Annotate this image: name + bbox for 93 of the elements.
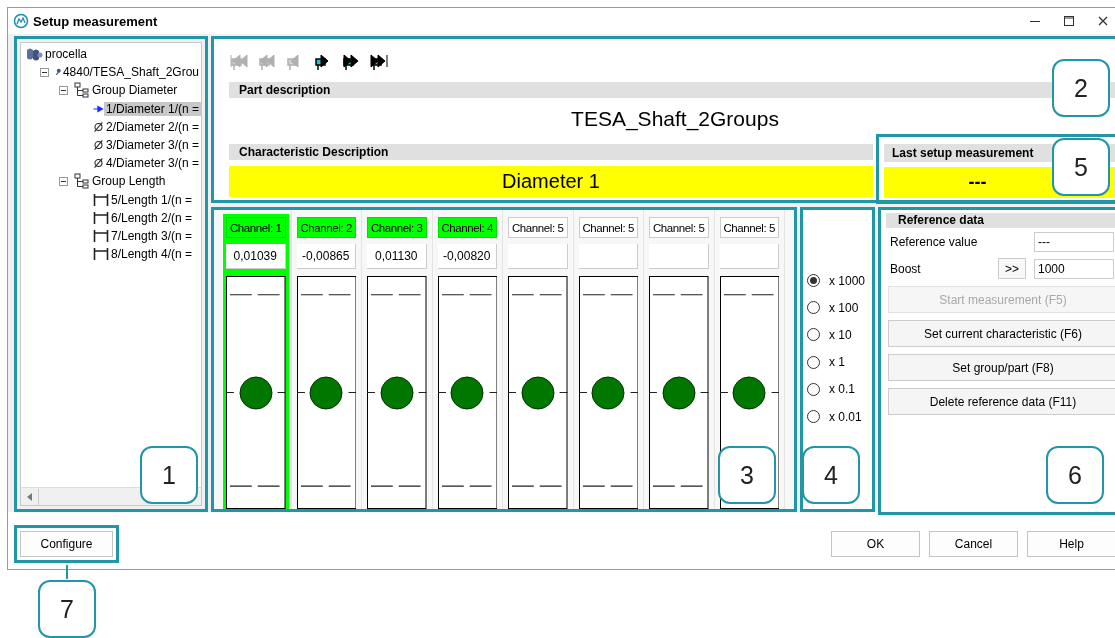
- dialog-button[interactable]: Cancel: [929, 531, 1018, 557]
- channel-button[interactable]: Channel: 5: [578, 217, 638, 238]
- indicator-dot: [379, 375, 414, 410]
- tree-item[interactable]: 7/Length 3/(n =: [109, 228, 195, 243]
- indicator-dot: [450, 375, 485, 410]
- callout-number: 7: [38, 580, 96, 638]
- diameter-icon: [93, 156, 104, 171]
- section-heading: Reference data: [886, 213, 1115, 228]
- radio-button[interactable]: [807, 301, 820, 315]
- boost-field[interactable]: 1000: [1034, 258, 1114, 279]
- action-button[interactable]: Set current characteristic (F6): [888, 320, 1115, 347]
- caliper-arrow-icon[interactable]: [369, 51, 389, 71]
- caliper-arrow-icon[interactable]: [341, 51, 361, 71]
- field-label: Reference value: [890, 234, 979, 249]
- radio-label[interactable]: x 10: [829, 327, 852, 342]
- channel-value: -0,00865: [296, 244, 356, 269]
- callout-number: 2: [1052, 59, 1110, 117]
- channel-value: [649, 244, 709, 269]
- part-name: TESA_Shaft_2Groups: [570, 106, 780, 132]
- diameter-icon: [93, 119, 104, 134]
- channel-button[interactable]: Channel: 1: [226, 217, 286, 238]
- dimension-icon: [93, 210, 109, 225]
- dimension-icon: [93, 247, 109, 262]
- channel-button[interactable]: Channel: 4: [437, 217, 497, 238]
- tree-item[interactable]: Group Diameter: [90, 83, 180, 98]
- channel-value: -0,00820: [437, 244, 497, 269]
- callout-number: 5: [1052, 138, 1110, 196]
- channel-value: [578, 244, 638, 269]
- dialog-button[interactable]: Help: [1027, 531, 1115, 557]
- channel-button[interactable]: Channel: 5: [649, 217, 709, 238]
- dimension-icon: [93, 228, 109, 243]
- channel-button[interactable]: Channel: 3: [367, 217, 427, 238]
- radio-button[interactable]: [807, 410, 820, 424]
- tree-item[interactable]: 4/Diameter 3/(n =: [103, 156, 201, 171]
- channel-value: 0,01039: [226, 244, 286, 269]
- indicator-dot: [520, 375, 555, 410]
- channel-button[interactable]: Channel: 5: [508, 217, 568, 238]
- tree-item[interactable]: 1/Diameter 1/(n =: [103, 101, 201, 116]
- app-logo-icon: [13, 13, 29, 29]
- action-button[interactable]: Delete reference data (F11): [888, 388, 1115, 415]
- characteristic-name: Diameter 1: [229, 166, 873, 197]
- indicator-dot: [238, 375, 273, 410]
- callout-number: 3: [718, 446, 776, 504]
- indicator-dot: [661, 375, 696, 410]
- radio-label[interactable]: x 0.01: [829, 409, 862, 424]
- collapse-icon[interactable]: [40, 67, 49, 77]
- leader-line: [66, 565, 68, 579]
- close-icon[interactable]: [1098, 16, 1108, 26]
- field-label: Boost: [890, 261, 922, 276]
- tree-item[interactable]: procella: [43, 47, 90, 62]
- radio-label[interactable]: x 100: [829, 300, 859, 315]
- window-title: Setup measurement: [33, 13, 159, 29]
- tree-item[interactable]: Group Length: [90, 174, 168, 189]
- channel-button[interactable]: Channel: 5: [719, 217, 779, 238]
- radio-button[interactable]: [807, 355, 820, 369]
- radio-button[interactable]: [807, 382, 820, 396]
- callout-number: 4: [802, 446, 860, 504]
- tree-item[interactable]: 2/Diameter 2/(n =: [103, 119, 201, 134]
- radio-label[interactable]: x 0.1: [829, 382, 855, 397]
- radio-label[interactable]: x 1000: [829, 273, 866, 288]
- configure-button[interactable]: Configure: [20, 531, 113, 557]
- hierarchy-icon: [74, 82, 90, 99]
- radio-button[interactable]: [807, 328, 820, 342]
- callout-number: 6: [1046, 446, 1104, 504]
- tree-item[interactable]: 6/Length 2/(n =: [109, 210, 195, 225]
- callout-number: 1: [140, 446, 198, 504]
- barrels-icon: [25, 46, 43, 62]
- tree-item[interactable]: 4840/TESA_Shaft_2Grou: [60, 65, 201, 80]
- arrow-icon: [93, 102, 104, 115]
- indicator-dot: [591, 375, 626, 410]
- collapse-icon[interactable]: [59, 85, 68, 95]
- indicator-dot: [732, 375, 767, 410]
- hierarchy-icon: [74, 173, 90, 190]
- scroll-left-icon[interactable]: [27, 492, 32, 501]
- tree-item[interactable]: 3/Diameter 3/(n =: [103, 138, 201, 153]
- maximize-icon[interactable]: [1064, 16, 1074, 26]
- radio-button[interactable]: [807, 274, 820, 288]
- channel-value: [719, 244, 779, 269]
- radio-label[interactable]: x 1: [829, 355, 845, 370]
- tree-item[interactable]: 8/Length 4/(n =: [109, 247, 195, 262]
- reference-value-field[interactable]: ---: [1034, 231, 1114, 252]
- channel-value: [508, 244, 568, 269]
- dimension-icon: [93, 192, 109, 207]
- dialog-button[interactable]: OK: [831, 531, 920, 557]
- action-button[interactable]: Set group/part (F8): [888, 354, 1115, 381]
- boost-button[interactable]: >>: [998, 258, 1026, 279]
- channel-button[interactable]: Channel: 2: [296, 217, 356, 238]
- diameter-icon: [93, 138, 104, 153]
- channel-value: 0,01130: [367, 244, 427, 269]
- tree-item[interactable]: 5/Length 1/(n =: [109, 192, 195, 207]
- indicator-dot: [309, 375, 344, 410]
- collapse-icon[interactable]: [59, 176, 68, 186]
- section-heading: Characteristic Description: [229, 144, 873, 160]
